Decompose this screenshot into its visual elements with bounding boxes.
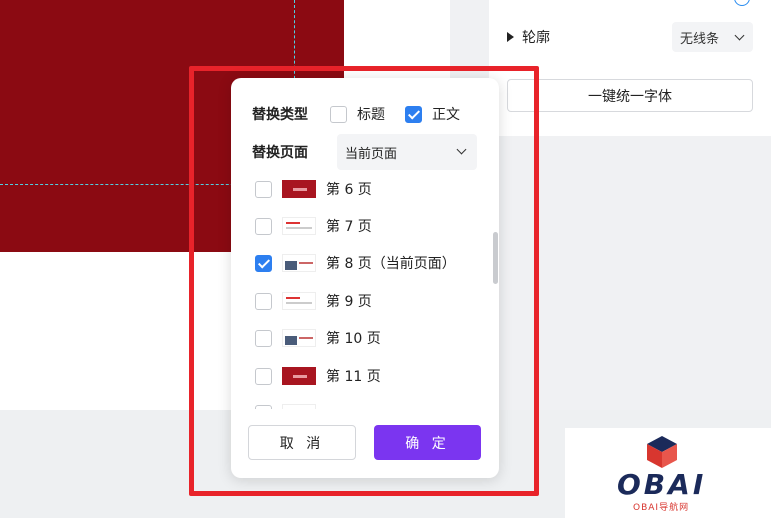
page-thumbnail: [282, 292, 316, 310]
info-icon[interactable]: [734, 0, 750, 6]
outline-select[interactable]: 无线条: [672, 22, 753, 52]
body-checkbox-label: 正文: [432, 107, 460, 123]
watermark-text: OBAI: [617, 468, 707, 501]
unify-font-button[interactable]: 一键统一字体: [507, 79, 753, 112]
replace-font-dialog: 替换类型 标题 正文 替换页面 当前页面 第 6 页 第 7 页 第 8 页（当…: [231, 78, 499, 478]
replace-type-label: 替换类型: [252, 107, 308, 123]
cube-logo-icon: [647, 436, 677, 468]
page-list-item[interactable]: 第 8 页（当前页面）: [255, 250, 456, 276]
page-scope-select[interactable]: 当前页面: [337, 134, 477, 170]
chevron-down-icon: [734, 30, 745, 41]
page-checkbox[interactable]: [255, 254, 272, 272]
page-list-item[interactable]: 第 10 页: [255, 325, 381, 351]
page-checkbox[interactable]: [255, 217, 272, 235]
page-checkbox[interactable]: [255, 292, 272, 310]
replace-type-row: 替换类型 标题 正文: [252, 104, 460, 124]
chevron-down-icon: [456, 144, 467, 155]
list-scrollbar[interactable]: [493, 232, 498, 284]
page-checkbox[interactable]: [255, 367, 272, 385]
page-label: 第 10 页: [326, 331, 381, 347]
page-list-item[interactable]: 第 6 页: [255, 176, 372, 202]
page-thumbnail: [282, 180, 316, 198]
page-label: 第 9 页: [326, 294, 372, 310]
page-list-item[interactable]: 第 7 页: [255, 213, 372, 239]
page-list: 第 6 页 第 7 页 第 8 页（当前页面） 第 9 页 第 10 页 第 1…: [231, 174, 499, 409]
page-checkbox[interactable]: [255, 404, 272, 409]
page-label: 第 7 页: [326, 219, 372, 235]
outline-row: 轮廓 无线条: [507, 22, 753, 52]
page-checkbox[interactable]: [255, 329, 272, 347]
page-thumbnail: [282, 329, 316, 347]
cancel-button[interactable]: 取 消: [248, 425, 356, 460]
page-list-item[interactable]: 第 11 页: [255, 363, 381, 389]
page-scope-value: 当前页面: [345, 146, 398, 162]
page-label: 第 11 页: [326, 369, 381, 385]
watermark-subtext: OBAI导航网: [633, 503, 690, 513]
title-checkbox-label: 标题: [357, 107, 385, 123]
confirm-button[interactable]: 确 定: [374, 425, 481, 460]
outline-select-value: 无线条: [680, 31, 720, 47]
body-checkbox[interactable]: [405, 105, 422, 123]
replace-page-label: 替换页面: [252, 145, 308, 161]
page-thumbnail: [282, 217, 316, 235]
page-checkbox[interactable]: [255, 180, 272, 198]
watermark-logo: OBAI OBAI导航网: [565, 428, 771, 518]
outline-label: 轮廓: [522, 30, 550, 46]
title-checkbox[interactable]: [330, 105, 347, 123]
page-label: 第 6 页: [326, 182, 372, 198]
page-label: 第 8 页（当前页面）: [326, 256, 456, 272]
page-list-item-partial[interactable]: [255, 400, 316, 409]
page-thumbnail: [282, 367, 316, 385]
page-thumbnail: [282, 404, 316, 409]
expand-triangle-icon[interactable]: [507, 32, 514, 42]
page-list-item[interactable]: 第 9 页: [255, 288, 372, 314]
page-thumbnail: [282, 254, 316, 272]
replace-page-row: 替换页面 当前页面: [252, 134, 478, 170]
